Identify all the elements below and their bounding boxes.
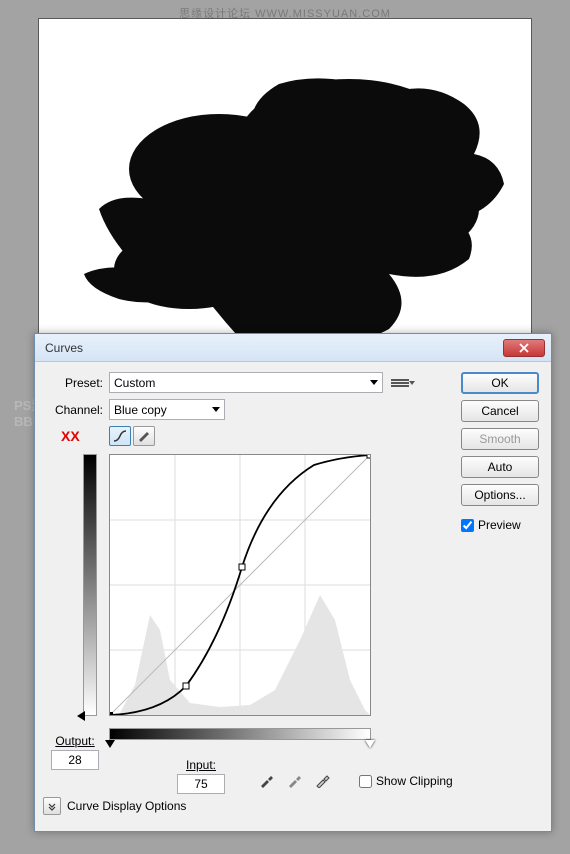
- preview-input[interactable]: [461, 519, 474, 532]
- smooth-button[interactable]: Smooth: [461, 428, 539, 450]
- curve-point-1[interactable]: [183, 683, 189, 689]
- curve-point-shadow[interactable]: [110, 712, 113, 715]
- eyedropper-white-icon[interactable]: [315, 772, 331, 788]
- curves-dialog: Curves Preset: Custom XX Channel: Blue c…: [34, 333, 552, 832]
- curve-icon: [113, 430, 127, 442]
- show-clipping-label: Show Clipping: [376, 774, 453, 788]
- preset-menu-icon[interactable]: [391, 376, 409, 390]
- close-button[interactable]: [503, 339, 545, 357]
- eyedropper-gray-icon[interactable]: [287, 772, 303, 788]
- output-slider-handle[interactable]: [77, 711, 85, 721]
- cancel-button[interactable]: Cancel: [461, 400, 539, 422]
- annotation-xx: XX: [61, 428, 80, 444]
- dialog-body: Preset: Custom XX Channel: Blue copy: [35, 362, 551, 831]
- expand-button[interactable]: [43, 797, 61, 815]
- input-input[interactable]: [177, 774, 225, 794]
- tree-image: [69, 49, 509, 379]
- ok-button[interactable]: OK: [461, 372, 539, 394]
- show-clipping-checkbox[interactable]: Show Clipping: [359, 774, 453, 788]
- eyedropper-black-icon[interactable]: [259, 772, 275, 788]
- curve-point-2[interactable]: [239, 564, 245, 570]
- auto-button[interactable]: Auto: [461, 456, 539, 478]
- curves-grid[interactable]: [109, 454, 371, 716]
- curve-point-highlight[interactable]: [367, 455, 370, 458]
- channel-label: Channel:: [47, 403, 103, 417]
- close-icon: [519, 343, 529, 353]
- options-button[interactable]: Options...: [461, 484, 539, 506]
- preview-label: Preview: [478, 518, 521, 532]
- preview-checkbox[interactable]: Preview: [461, 518, 539, 532]
- output-gradient[interactable]: [83, 454, 97, 716]
- curve-tool-button[interactable]: [109, 426, 131, 446]
- show-clipping-input[interactable]: [359, 775, 372, 788]
- output-input[interactable]: [51, 750, 99, 770]
- dialog-title: Curves: [41, 341, 503, 355]
- channel-value: Blue copy: [114, 403, 167, 417]
- curve-display-options-label: Curve Display Options: [67, 799, 186, 813]
- input-slider-white[interactable]: [365, 740, 375, 748]
- curve-display-options-row: Curve Display Options: [43, 793, 443, 819]
- preset-label: Preset:: [47, 376, 103, 390]
- input-slider-black[interactable]: [105, 740, 115, 748]
- chevron-down-icon: [47, 801, 57, 811]
- channel-dropdown[interactable]: Blue copy: [109, 399, 225, 420]
- input-gradient[interactable]: [109, 728, 371, 740]
- preset-value: Custom: [114, 376, 155, 390]
- pencil-tool-button[interactable]: [133, 426, 155, 446]
- input-label: Input:: [177, 758, 225, 772]
- pencil-icon: [137, 430, 151, 442]
- output-label: Output:: [51, 734, 99, 748]
- dialog-titlebar[interactable]: Curves: [35, 334, 551, 362]
- preset-dropdown[interactable]: Custom: [109, 372, 383, 393]
